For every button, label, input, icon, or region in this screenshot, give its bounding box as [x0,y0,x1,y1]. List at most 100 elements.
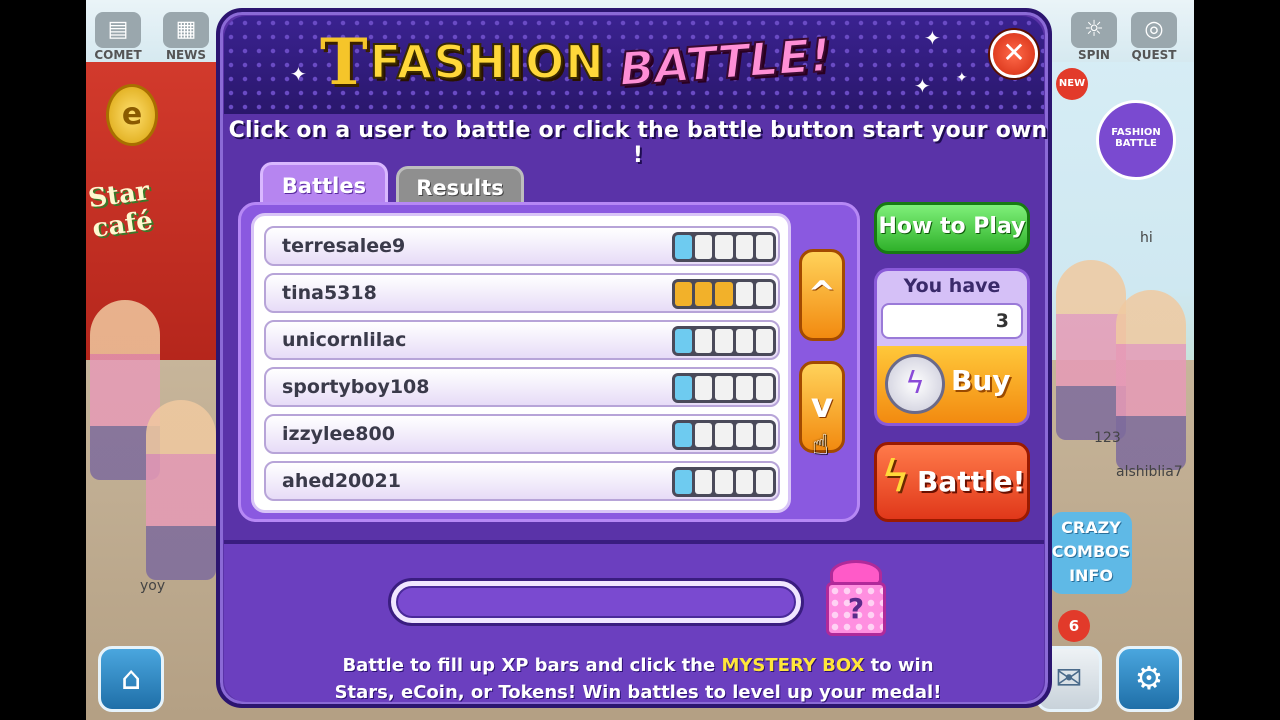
xp-meter [672,232,776,262]
battle-username: tina5318 [282,282,377,304]
new-badge: NEW [1056,68,1088,100]
avatar[interactable] [1116,290,1186,470]
xp-segment [735,235,753,259]
home-button[interactable]: ⌂ [98,646,164,712]
instruction-text: Click on a user to battle or click the b… [228,118,1048,168]
footer-text-part: Battle to fill up XP bars and click the [342,655,722,676]
comet-label: COMET [94,48,142,62]
chat-bubble: hi [1140,230,1153,246]
spin-label: SPIN [1078,48,1110,62]
crazy-combos-info-button[interactable]: CRAZY COMBOS INFO [1050,512,1132,594]
mystery-box-highlight: MYSTERY BOX [721,655,865,676]
xp-meter [672,326,776,356]
trophy-t-logo: T [320,24,368,100]
username-tag: yoy [140,578,166,594]
spin-button[interactable]: ☼ SPIN [1066,8,1122,62]
hand-cursor-icon: ☝ [812,428,830,461]
xp-meter [672,373,776,403]
battle-row[interactable]: sportyboy108 [264,367,780,407]
battle-username: izzylee800 [282,423,395,445]
xp-segment [715,423,733,447]
battle-list-panel: terresalee9 tina5318 unicornlilac sportyboy… [238,202,860,522]
battle-username: sportyboy108 [282,376,430,398]
buy-button[interactable]: ϟ Buy [874,346,1030,426]
battle-row[interactable]: ahed20021 [264,461,780,501]
fashion-battle-sign[interactable]: FASHION BATTLE [1096,100,1176,180]
comet-button[interactable]: ▤ COMET [90,8,146,62]
xp-meter [672,420,776,450]
scroll-up-button[interactable]: ^ [799,249,845,341]
battle-label: Battle! [917,465,1026,498]
tab-battles[interactable]: Battles [260,162,388,206]
token-count-value: 3 [881,303,1023,339]
username-tag: 123 [1094,430,1121,446]
xp-segment [755,329,774,353]
xp-segment [695,376,713,400]
battle-username: terresalee9 [282,235,406,257]
how-to-play-button[interactable]: How to Play [874,202,1030,254]
xp-segment [755,282,774,306]
xp-segment [695,470,713,494]
chevron-down-icon: v [810,386,834,426]
footer-text: Battle to fill up XP bars and click the … [220,652,1056,706]
mail-count-badge: 6 [1058,610,1090,642]
xp-segment [675,423,693,447]
xp-segment [675,329,693,353]
tab-results[interactable]: Results [396,166,524,206]
xp-meter [672,279,776,309]
xp-segment [695,282,713,306]
battle-row[interactable]: terresalee9 [264,226,780,266]
xp-segment [715,376,733,400]
sparkle-icon: ✦ [290,62,307,86]
news-label: NEWS [165,48,207,62]
xp-segment [735,470,753,494]
xp-segment [755,470,774,494]
buy-label: Buy [951,364,1011,397]
you-have-label: You have [903,275,1001,297]
xp-segment [675,235,693,259]
mystery-box-button[interactable]: ? [820,560,892,638]
chevron-up-icon: ^ [807,274,837,314]
xp-segment [755,376,774,400]
footer-text-part: to win [864,655,934,676]
xp-segment [675,282,693,306]
battle-row[interactable]: tina5318 [264,273,780,313]
settings-button[interactable]: ⚙ [1116,646,1182,712]
battle-token-icon: ϟ [885,354,945,414]
news-button[interactable]: ▦ NEWS [158,8,214,62]
sparkle-icon: ✦ [956,70,968,86]
quest-button[interactable]: ◎ QUEST [1126,8,1182,62]
xp-segment [715,235,733,259]
quest-label: QUEST [1131,48,1177,62]
battle-username: ahed20021 [282,470,401,492]
xp-segment [675,470,693,494]
home-icon: ⌂ [120,659,142,697]
battle-button[interactable]: ϟ Battle! [874,442,1030,522]
avatar[interactable] [146,400,216,580]
xp-segment [755,423,774,447]
book-icon: ▤ [95,12,141,48]
xp-segment [675,376,693,400]
sparkle-icon: ✦ [914,74,931,98]
xp-segment [735,423,753,447]
battle-username: unicornlilac [282,329,407,351]
battle-row[interactable]: unicornlilac [264,320,780,360]
gear-icon: ⚙ [1134,659,1164,697]
spin-wheel-icon: ☼ [1071,12,1117,48]
close-button[interactable]: ✕ [990,30,1038,78]
title-battle: BATTLE! [616,27,833,98]
dialog-title: T FASHION BATTLE! [320,24,833,100]
xp-progress-track [396,586,796,618]
battle-row[interactable]: izzylee800 [264,414,780,454]
quest-icon: ◎ [1131,12,1177,48]
sparkle-icon: ✦ [924,26,941,50]
newspaper-icon: ▦ [163,12,209,48]
xp-segment [715,329,733,353]
xp-segment [695,235,713,259]
battle-list: terresalee9 tina5318 unicornlilac sportyboy… [251,213,791,513]
xp-segment [755,235,774,259]
title-fashion: FASHION [369,34,605,90]
xp-segment [695,329,713,353]
xp-segment [715,282,733,306]
xp-segment [735,282,753,306]
